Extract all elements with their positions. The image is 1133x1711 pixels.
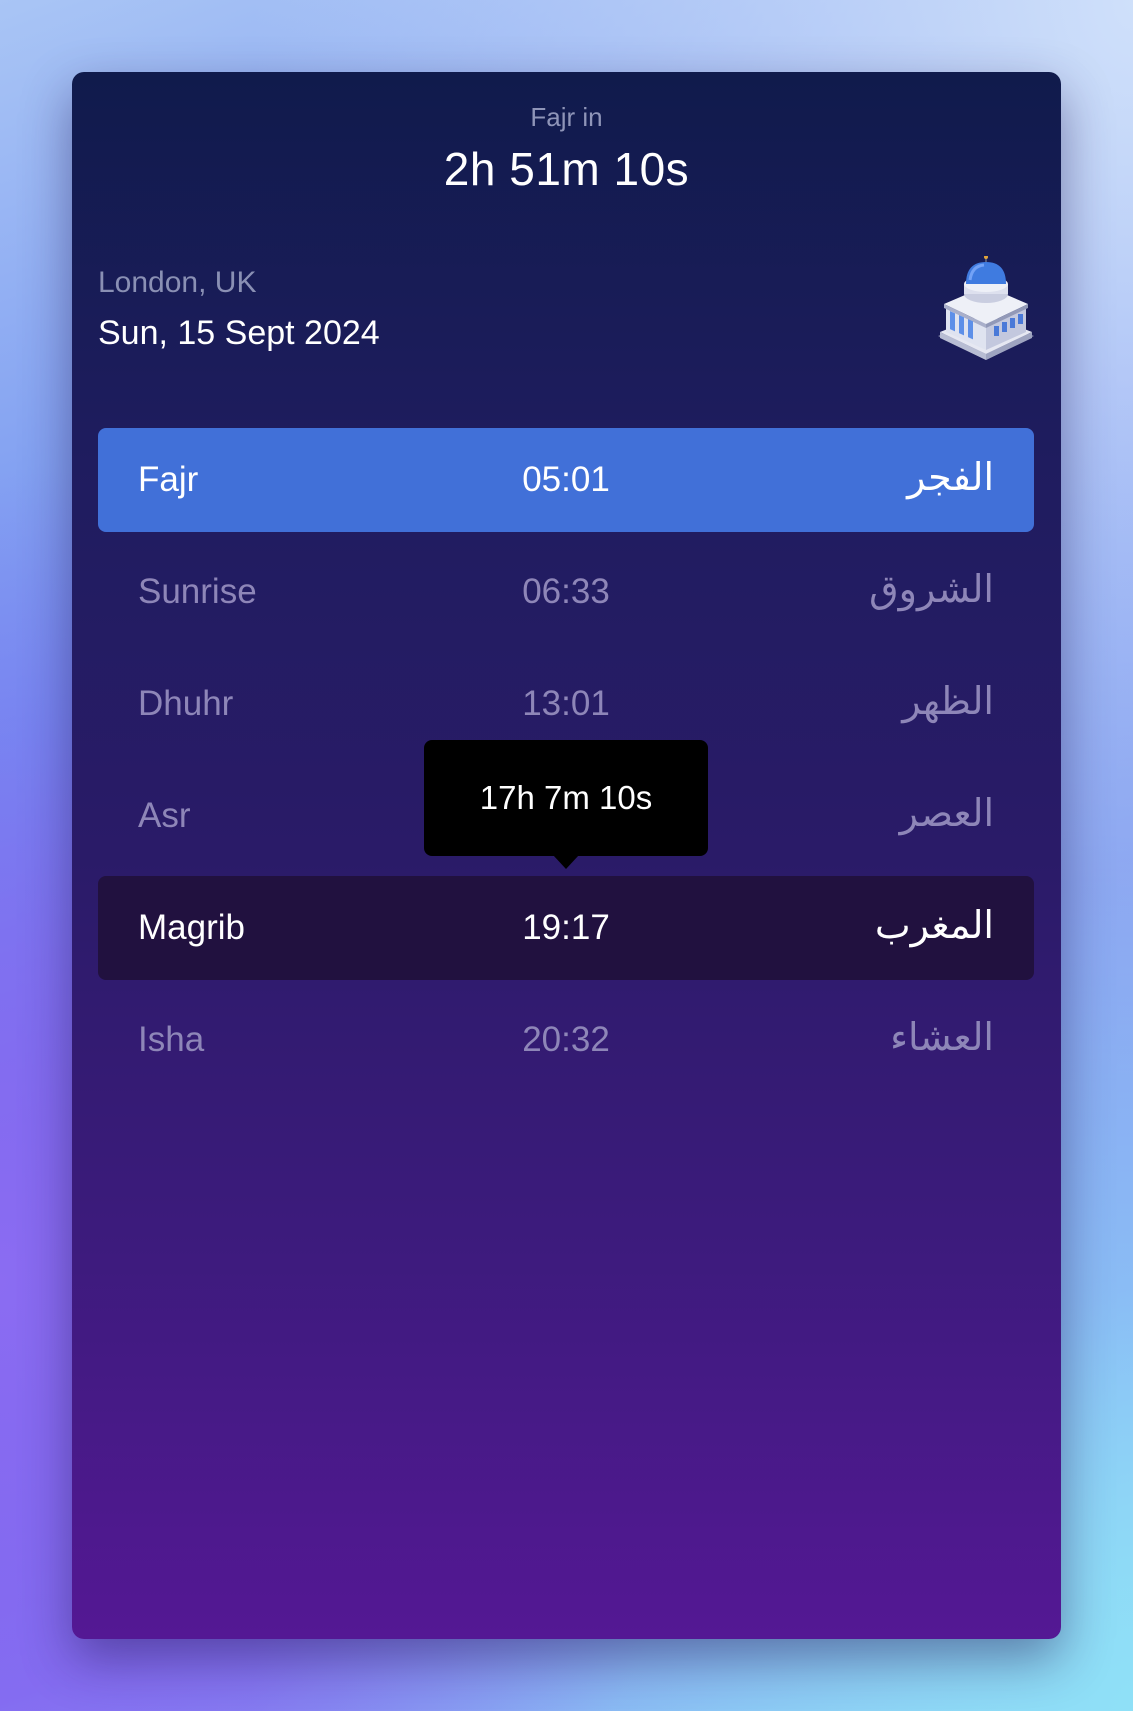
prayer-row-isha[interactable]: Isha 20:32 العشاء (98, 988, 1034, 1092)
prayer-name-arabic: المغرب (874, 903, 994, 947)
prayer-row-sunrise[interactable]: Sunrise 06:33 الشروق (98, 540, 1034, 644)
prayer-row-fajr[interactable]: Fajr 05:01 الفجر (98, 428, 1034, 532)
prayer-name-arabic: العشاء (890, 1015, 994, 1059)
prayer-name: Asr (138, 796, 191, 835)
mosque-icon (938, 256, 1034, 360)
prayer-name-arabic: الظهر (902, 679, 994, 723)
prayer-name-arabic: الفجر (907, 455, 994, 499)
prayer-row-magrib[interactable]: Magrib 19:17 المغرب (98, 876, 1034, 980)
location-label: London, UK (98, 266, 257, 299)
tooltip-arrow (553, 855, 579, 869)
prayer-name-arabic: العصر (899, 791, 994, 835)
date-label: Sun, 15 Sept 2024 (98, 314, 380, 352)
countdown-timer: 2h 51m 10s (443, 143, 690, 195)
prayer-time: 05:01 (522, 460, 610, 499)
countdown-label: Fajr in (530, 102, 603, 132)
time-remaining-tooltip: 17h 7m 10s (424, 740, 708, 856)
prayer-name-arabic: الشروق (869, 567, 994, 611)
